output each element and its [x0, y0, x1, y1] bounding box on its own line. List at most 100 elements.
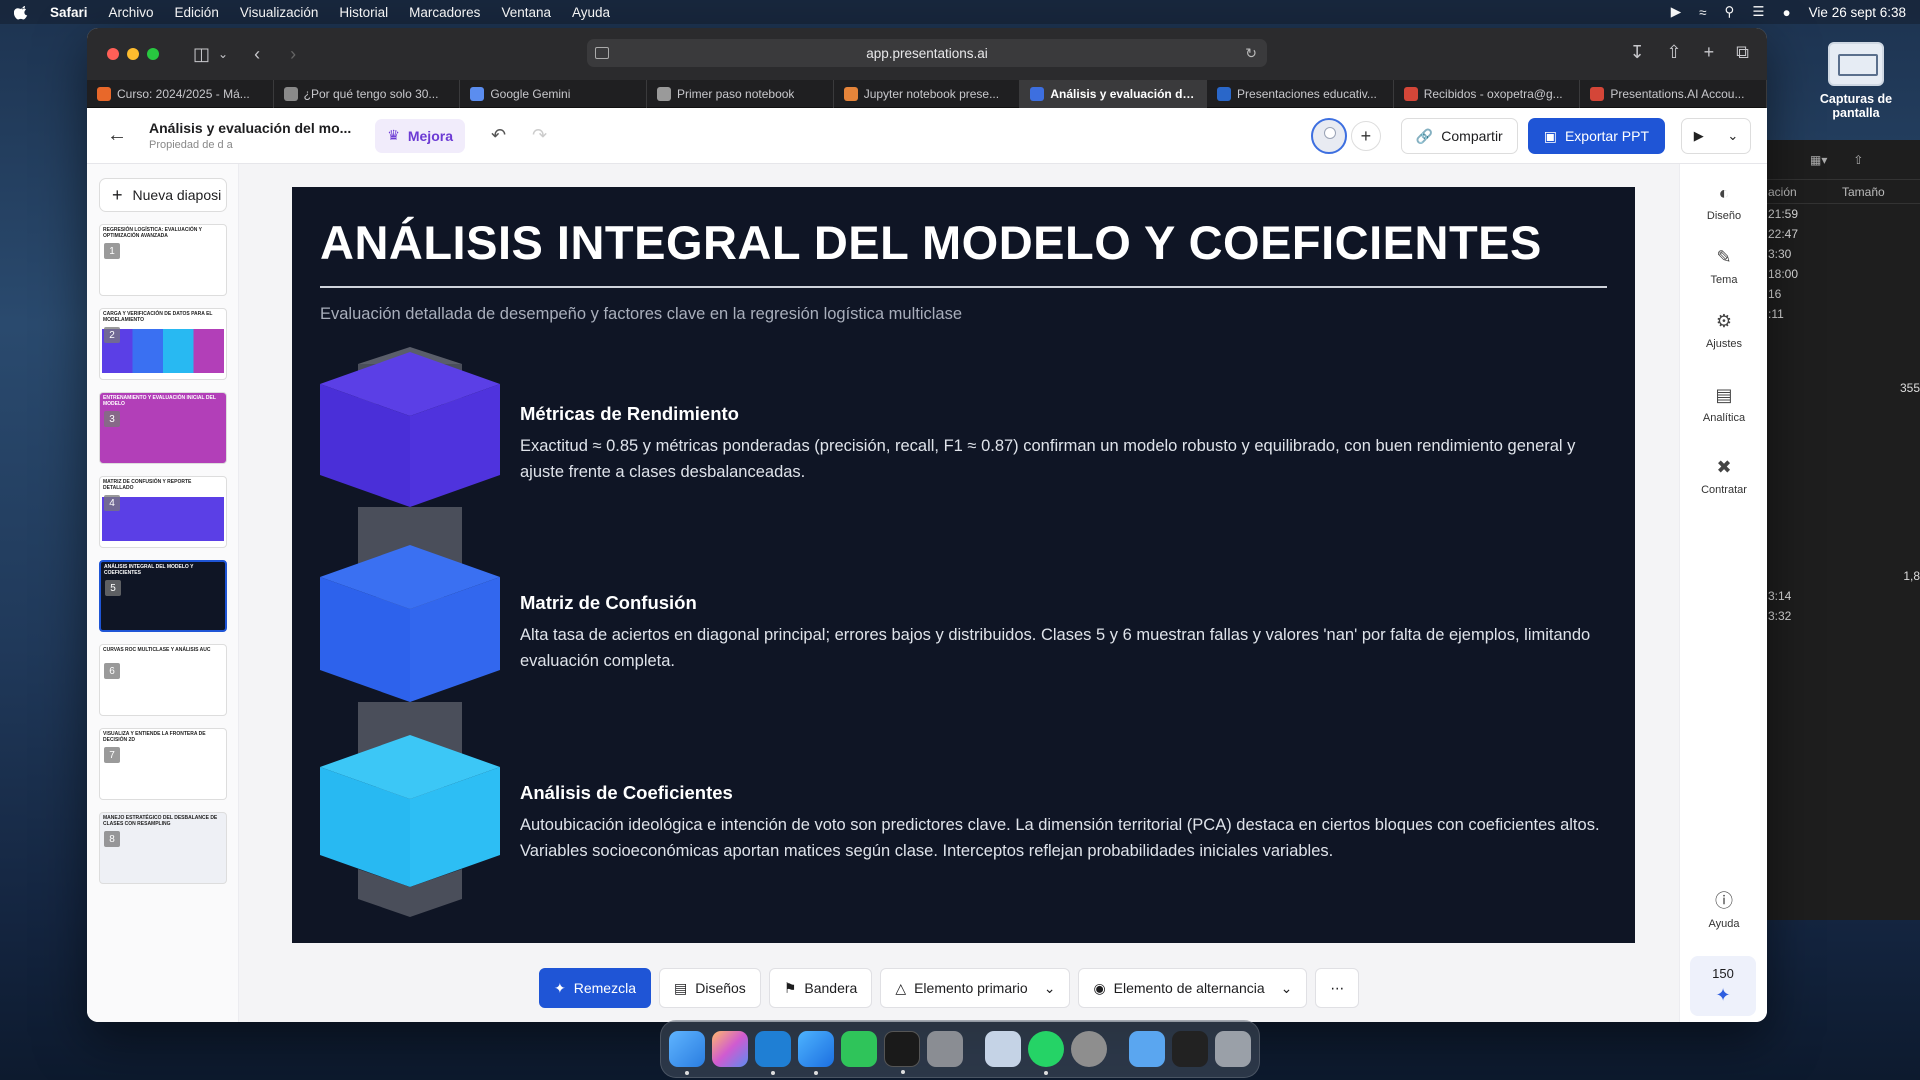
- share-icon[interactable]: ⇧: [1667, 42, 1682, 63]
- browser-tab[interactable]: Presentations.AI Accou...: [1580, 80, 1767, 108]
- vscode-dock-icon[interactable]: [755, 1031, 791, 1075]
- export-ppt-button[interactable]: ▣ Exportar PPT: [1527, 118, 1665, 154]
- browser-tab[interactable]: Presentaciones educativ...: [1207, 80, 1394, 108]
- more-options-button[interactable]: ⋯: [1315, 968, 1360, 1008]
- slide-title[interactable]: ANÁLISIS INTEGRAL DEL MODELO Y COEFICIEN…: [320, 215, 1542, 270]
- new-tab-icon[interactable]: +: [1704, 42, 1715, 63]
- slide-thumbnail[interactable]: ENTRENAMIENTO Y EVALUACIÓN INICIAL DEL M…: [99, 392, 227, 464]
- page-menu-icon[interactable]: [595, 47, 609, 59]
- siri-icon[interactable]: ●: [1783, 5, 1791, 20]
- browser-tab[interactable]: Curso: 2024/2025 - Má...: [87, 80, 274, 108]
- menu-archivo[interactable]: Archivo: [109, 5, 154, 20]
- slide-thumbnail[interactable]: CURVAS ROC MULTICLASE Y ANÁLISIS AUC 6: [99, 644, 227, 716]
- finder-col-date[interactable]: ación: [1768, 185, 1842, 199]
- back-arrow-icon[interactable]: ←: [107, 124, 137, 147]
- browser-tab[interactable]: Recibidos - oxopetra@g...: [1394, 80, 1581, 108]
- content-item-metrics[interactable]: Métricas de Rendimiento Exactitud ≈ 0.85…: [520, 403, 1610, 485]
- upgrade-button[interactable]: ♛ Mejora: [375, 118, 465, 153]
- menu-datetime[interactable]: Vie 26 sept 6:38: [1809, 5, 1906, 20]
- remix-button[interactable]: ✦ Remezcla: [539, 968, 651, 1008]
- browser-tab[interactable]: ¿Por qué tengo solo 30...: [274, 80, 461, 108]
- menu-historial[interactable]: Historial: [339, 5, 388, 20]
- tool-theme[interactable]: ✎ Tema: [1680, 246, 1767, 286]
- downloads-folder-dock-icon[interactable]: [1129, 1031, 1165, 1067]
- terminal-dock-icon[interactable]: [884, 1031, 920, 1074]
- designs-button[interactable]: ▤ Diseños: [658, 968, 761, 1008]
- redo-icon[interactable]: ↷: [532, 125, 547, 146]
- menu-marcadores[interactable]: Marcadores: [409, 5, 480, 20]
- minimize-window-icon[interactable]: [127, 48, 139, 60]
- tool-analytics[interactable]: ▤ Analítica: [1680, 384, 1767, 424]
- chevron-down-icon[interactable]: ⌄: [218, 47, 228, 61]
- browser-tab[interactable]: Google Gemini: [460, 80, 648, 108]
- forward-icon[interactable]: ›: [290, 44, 296, 65]
- back-icon[interactable]: ‹: [254, 44, 260, 65]
- alternate-element-dropdown[interactable]: ◉ Elemento de alternancia ⌄: [1078, 968, 1308, 1008]
- tool-hire[interactable]: ✖ Contratar: [1680, 456, 1767, 496]
- desktop-folder-screenshots[interactable]: Capturas de pantalla: [1806, 42, 1906, 120]
- wifi-icon[interactable]: ≈: [1699, 5, 1706, 20]
- slide-thumbnail[interactable]: VISUALIZA Y ENTIENDE LA FRONTERA DE DECI…: [99, 728, 227, 800]
- browser-tab[interactable]: Primer paso notebook: [647, 80, 834, 108]
- flag-button[interactable]: ⚑ Bandera: [768, 968, 873, 1008]
- url-text[interactable]: app.presentations.ai: [866, 46, 988, 61]
- slide-canvas[interactable]: ANÁLISIS INTEGRAL DEL MODELO Y COEFICIEN…: [292, 187, 1635, 943]
- finder-col-size[interactable]: Tamaño: [1842, 185, 1916, 199]
- safari-dock-icon[interactable]: [798, 1031, 834, 1075]
- content-item-confusion[interactable]: Matriz de Confusión Alta tasa de acierto…: [520, 592, 1610, 674]
- control-center-icon[interactable]: ☰: [1752, 4, 1764, 20]
- apple-icon[interactable]: [14, 4, 30, 20]
- facetime-dock-icon[interactable]: [841, 1031, 877, 1067]
- help-button[interactable]: ⓘ Ayuda: [1680, 890, 1767, 930]
- finder-dock-icon[interactable]: [669, 1031, 705, 1075]
- avatar[interactable]: [1310, 118, 1347, 154]
- document-title[interactable]: Análisis y evaluación del mo...: [149, 120, 351, 136]
- menu-ventana[interactable]: Ventana: [501, 5, 551, 20]
- close-window-icon[interactable]: [107, 48, 119, 60]
- slide-thumbnail[interactable]: MATRIZ DE CONFUSIÓN Y REPORTE DETALLADO 4: [99, 476, 227, 548]
- menu-app-name[interactable]: Safari: [50, 5, 88, 20]
- ai-credits-button[interactable]: 150 ✦: [1690, 956, 1756, 1016]
- tool-design[interactable]: ◐ Diseño: [1680, 182, 1767, 222]
- browser-tab[interactable]: Jupyter notebook prese...: [834, 80, 1021, 108]
- menu-visualizacion[interactable]: Visualización: [240, 5, 319, 20]
- primary-element-dropdown[interactable]: △ Elemento primario ⌄: [880, 968, 1071, 1008]
- zoom-window-icon[interactable]: [147, 48, 159, 60]
- chevron-down-icon[interactable]: ⌄: [1727, 128, 1738, 144]
- whatsapp-dock-icon[interactable]: [1028, 1031, 1064, 1075]
- play-status-icon[interactable]: ▶: [1671, 4, 1681, 20]
- system-settings-dock-icon[interactable]: [927, 1031, 963, 1067]
- new-slide-button[interactable]: + Nueva diaposi: [99, 178, 227, 212]
- address-bar[interactable]: app.presentations.ai ↻: [587, 39, 1267, 67]
- slide-thumbnail[interactable]: MANEJO ESTRATÉGICO DEL DESBALANCE DE CLA…: [99, 812, 227, 884]
- slide-thumbnail[interactable]: ANÁLISIS INTEGRAL DEL MODELO Y COEFICIEN…: [99, 560, 227, 632]
- slide-number: 5: [105, 580, 121, 596]
- tab-overview-icon[interactable]: ⧉: [1736, 42, 1749, 63]
- browser-tab[interactable]: Análisis y evaluación del...: [1020, 80, 1208, 108]
- document-title-block[interactable]: Análisis y evaluación del mo... Propieda…: [149, 120, 351, 151]
- preview-dock-icon[interactable]: [985, 1031, 1021, 1067]
- share-button[interactable]: 🔗 Compartir: [1400, 118, 1518, 154]
- downloads-icon[interactable]: ↧: [1629, 42, 1644, 63]
- sidebar-toggle-icon[interactable]: ◫: [193, 44, 210, 65]
- menu-ayuda[interactable]: Ayuda: [572, 5, 610, 20]
- menu-edicion[interactable]: Edición: [175, 5, 219, 20]
- undo-icon[interactable]: ↶: [491, 125, 506, 146]
- reload-icon[interactable]: ↻: [1245, 45, 1257, 62]
- slide-subtitle[interactable]: Evaluación detallada de desempeño y fact…: [320, 305, 962, 324]
- screenshot-stack-dock-icon[interactable]: [1172, 1031, 1208, 1067]
- tool-settings[interactable]: ⚙ Ajustes: [1680, 310, 1767, 350]
- trash-dock-icon[interactable]: [1215, 1031, 1251, 1067]
- present-button[interactable]: ▶ ⌄: [1681, 118, 1751, 154]
- add-collaborator-button[interactable]: +: [1350, 121, 1381, 151]
- content-item-coefficients[interactable]: Análisis de Coeficientes Autoubicación i…: [520, 782, 1610, 864]
- stacked-cubes-graphic[interactable]: [320, 347, 500, 917]
- tex-dock-icon[interactable]: [1071, 1031, 1107, 1067]
- launchpad-dock-icon[interactable]: [712, 1031, 748, 1067]
- spotlight-search-icon[interactable]: ⚲: [1725, 4, 1735, 20]
- view-grid-icon[interactable]: ▦▾: [1810, 153, 1827, 167]
- slide-thumbnail[interactable]: CARGA Y VERIFICACIÓN DE DATOS PARA EL MO…: [99, 308, 227, 380]
- play-icon[interactable]: ▶: [1694, 128, 1704, 144]
- slide-thumbnail[interactable]: REGRESIÓN LOGÍSTICA: EVALUACIÓN Y OPTIMI…: [99, 224, 227, 296]
- share-icon[interactable]: ⇧: [1853, 153, 1863, 167]
